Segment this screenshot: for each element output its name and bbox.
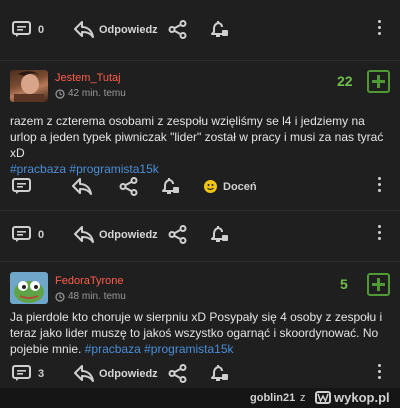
notification-bell-icon[interactable] — [210, 363, 230, 383]
share-icon[interactable] — [168, 364, 187, 383]
notification-bell-icon[interactable] — [210, 224, 230, 244]
comment-icon[interactable] — [12, 21, 31, 37]
reply-count: 0 — [38, 24, 45, 36]
watermark-user: goblin21 — [250, 392, 296, 404]
comment-card-hidden: 0 Odpowiedz — [0, 211, 400, 261]
reply-count: 3 — [38, 368, 45, 380]
comment-icon[interactable] — [12, 178, 31, 194]
vote-score: 5 — [340, 276, 348, 292]
comment-card: FedoraTyrone 48 min. temu 5 Ja pierdole … — [0, 262, 400, 388]
comment-card: Jestem_Tutaj 42 min. temu 22 razem z czt… — [0, 61, 400, 210]
reply-button[interactable]: Odpowiedz — [99, 24, 158, 36]
appreciate-button[interactable]: Doceń — [223, 181, 257, 193]
upvote-plus-button[interactable] — [367, 70, 390, 93]
upvote-plus-button[interactable] — [367, 273, 390, 296]
comment-body: razem z czterema osobami z zespołu wzięl… — [10, 113, 392, 177]
avatar[interactable] — [10, 70, 48, 102]
notification-bell-icon[interactable] — [210, 19, 230, 39]
comment-icon[interactable] — [12, 226, 31, 242]
reply-arrow-icon[interactable] — [74, 226, 94, 243]
comment-body: Ja pierdole kto choruje w sierpniu xD Po… — [10, 309, 392, 357]
vote-score: 22 — [337, 73, 353, 89]
tag-link[interactable]: #pracbaza — [85, 342, 141, 356]
clock-icon — [55, 292, 65, 302]
action-bar: 0 Odpowiedz — [0, 12, 400, 48]
action-bar: Doceń — [0, 169, 400, 205]
more-options-icon[interactable] — [378, 364, 382, 382]
smiley-icon[interactable] — [204, 180, 217, 193]
timestamp: 42 min. temu — [68, 88, 126, 99]
username[interactable]: FedoraTyrone — [55, 275, 123, 287]
reply-button[interactable]: Odpowiedz — [99, 368, 158, 380]
comment-icon[interactable] — [12, 365, 31, 381]
comment-card-previous: 0 Odpowiedz — [0, 0, 400, 60]
share-icon[interactable] — [119, 177, 138, 196]
reply-arrow-icon[interactable] — [72, 178, 92, 195]
tag-link[interactable]: #programista15k — [144, 342, 233, 356]
avatar[interactable] — [10, 272, 48, 304]
clock-icon — [55, 89, 65, 99]
share-icon[interactable] — [168, 225, 187, 244]
reply-count: 0 — [38, 229, 45, 241]
comment-text: razem z czterema osobami z zespołu wzięl… — [10, 114, 384, 160]
action-bar: 0 Odpowiedz — [0, 217, 400, 253]
reply-arrow-icon[interactable] — [74, 21, 94, 38]
more-options-icon[interactable] — [378, 177, 382, 195]
watermark-site: wykop.pl — [334, 390, 390, 405]
watermark-bar: goblin21 z wykop.pl — [0, 388, 400, 408]
reply-arrow-icon[interactable] — [74, 365, 94, 382]
username[interactable]: Jestem_Tutaj — [55, 72, 121, 84]
watermark-connector: z — [300, 392, 306, 404]
notification-bell-icon[interactable] — [161, 176, 181, 196]
timestamp: 48 min. temu — [68, 291, 126, 302]
share-icon[interactable] — [168, 20, 187, 39]
wykop-logo-icon — [315, 391, 331, 404]
more-options-icon[interactable] — [378, 225, 382, 243]
reply-button[interactable]: Odpowiedz — [99, 229, 158, 241]
more-options-icon[interactable] — [378, 20, 382, 38]
